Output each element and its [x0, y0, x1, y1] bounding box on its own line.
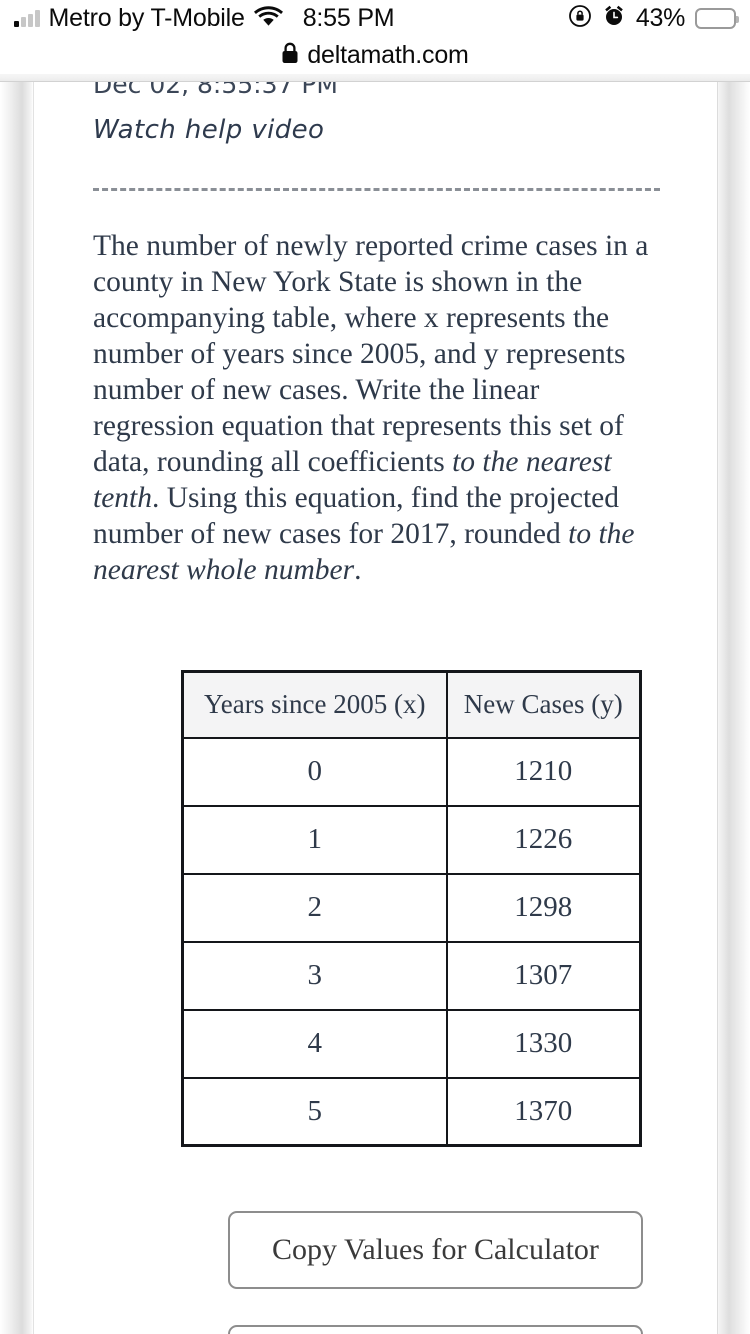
- table-cell-x: 2: [181, 872, 448, 943]
- table-row: 1 1226: [181, 804, 642, 875]
- chrome-hairline: [0, 81, 750, 82]
- table-cell-y: 1226: [445, 804, 642, 875]
- prompt-text: .: [354, 554, 362, 586]
- table-cell-x: 1: [181, 804, 448, 875]
- table-row: 2 1298: [181, 872, 642, 943]
- rotation-lock-icon: [568, 4, 592, 33]
- page-background: Dec 02, 8:55:37 PM Watch help video The …: [0, 82, 750, 1334]
- table-header-row: Years since 2005 (x) New Cases (y): [181, 670, 642, 739]
- ios-status-bar: Metro by T-Mobile 8:55 PM 43%: [0, 0, 750, 36]
- prompt-text: . Using this equation, find the projecte…: [93, 482, 619, 550]
- carrier-label: Metro by T-Mobile: [48, 3, 245, 32]
- table-cell-x: 4: [181, 1008, 448, 1079]
- data-table: Years since 2005 (x) New Cases (y) 0 1210…: [181, 670, 642, 1147]
- status-bar-left: Metro by T-Mobile 8:55 PM: [14, 3, 395, 33]
- dashed-divider: [93, 188, 660, 191]
- lock-icon: [281, 42, 299, 69]
- secondary-action-button[interactable]: [228, 1325, 643, 1334]
- battery-icon: [695, 7, 739, 29]
- problem-card: Dec 02, 8:55:37 PM Watch help video The …: [33, 82, 718, 1334]
- table-cell-y: 1370: [445, 1076, 642, 1147]
- table-header-x: Years since 2005 (x): [181, 670, 448, 739]
- watch-help-video-link[interactable]: Watch help video: [93, 115, 324, 145]
- table-cell-y: 1330: [445, 1008, 642, 1079]
- phone-screen: Metro by T-Mobile 8:55 PM 43% deltamath.…: [0, 0, 750, 1334]
- signal-bars-icon: [14, 10, 40, 27]
- table-cell-y: 1307: [445, 940, 642, 1011]
- table-body: 0 1210 1 1226 2 1298 3 1307 4 1330 5 1370: [181, 736, 642, 1147]
- table-row: 3 1307: [181, 940, 642, 1011]
- status-bar-right: 43%: [568, 3, 739, 33]
- problem-prompt: The number of newly reported crime cases…: [93, 228, 665, 588]
- table-cell-x: 0: [181, 736, 448, 807]
- table-row: 5 1370: [181, 1076, 642, 1147]
- table-cell-x: 3: [181, 940, 448, 1011]
- prompt-text: The number of newly reported crime cases…: [93, 230, 649, 478]
- table-cell-y: 1298: [445, 872, 642, 943]
- table-header-y: New Cases (y): [445, 670, 642, 739]
- table-row: 4 1330: [181, 1008, 642, 1079]
- alarm-clock-icon: [602, 4, 626, 33]
- status-bar-clock: 8:55 PM: [302, 3, 395, 32]
- problem-timestamp: Dec 02, 8:55:37 PM: [93, 82, 338, 99]
- copy-values-button[interactable]: Copy Values for Calculator: [228, 1211, 643, 1289]
- table-cell-y: 1210: [445, 736, 642, 807]
- url-text: deltamath.com: [307, 40, 469, 69]
- battery-percent-label: 43%: [635, 3, 685, 32]
- table-row: 0 1210: [181, 736, 642, 807]
- wifi-icon: [253, 5, 283, 32]
- browser-url-bar[interactable]: deltamath.com: [0, 36, 750, 74]
- table-cell-x: 5: [181, 1076, 448, 1147]
